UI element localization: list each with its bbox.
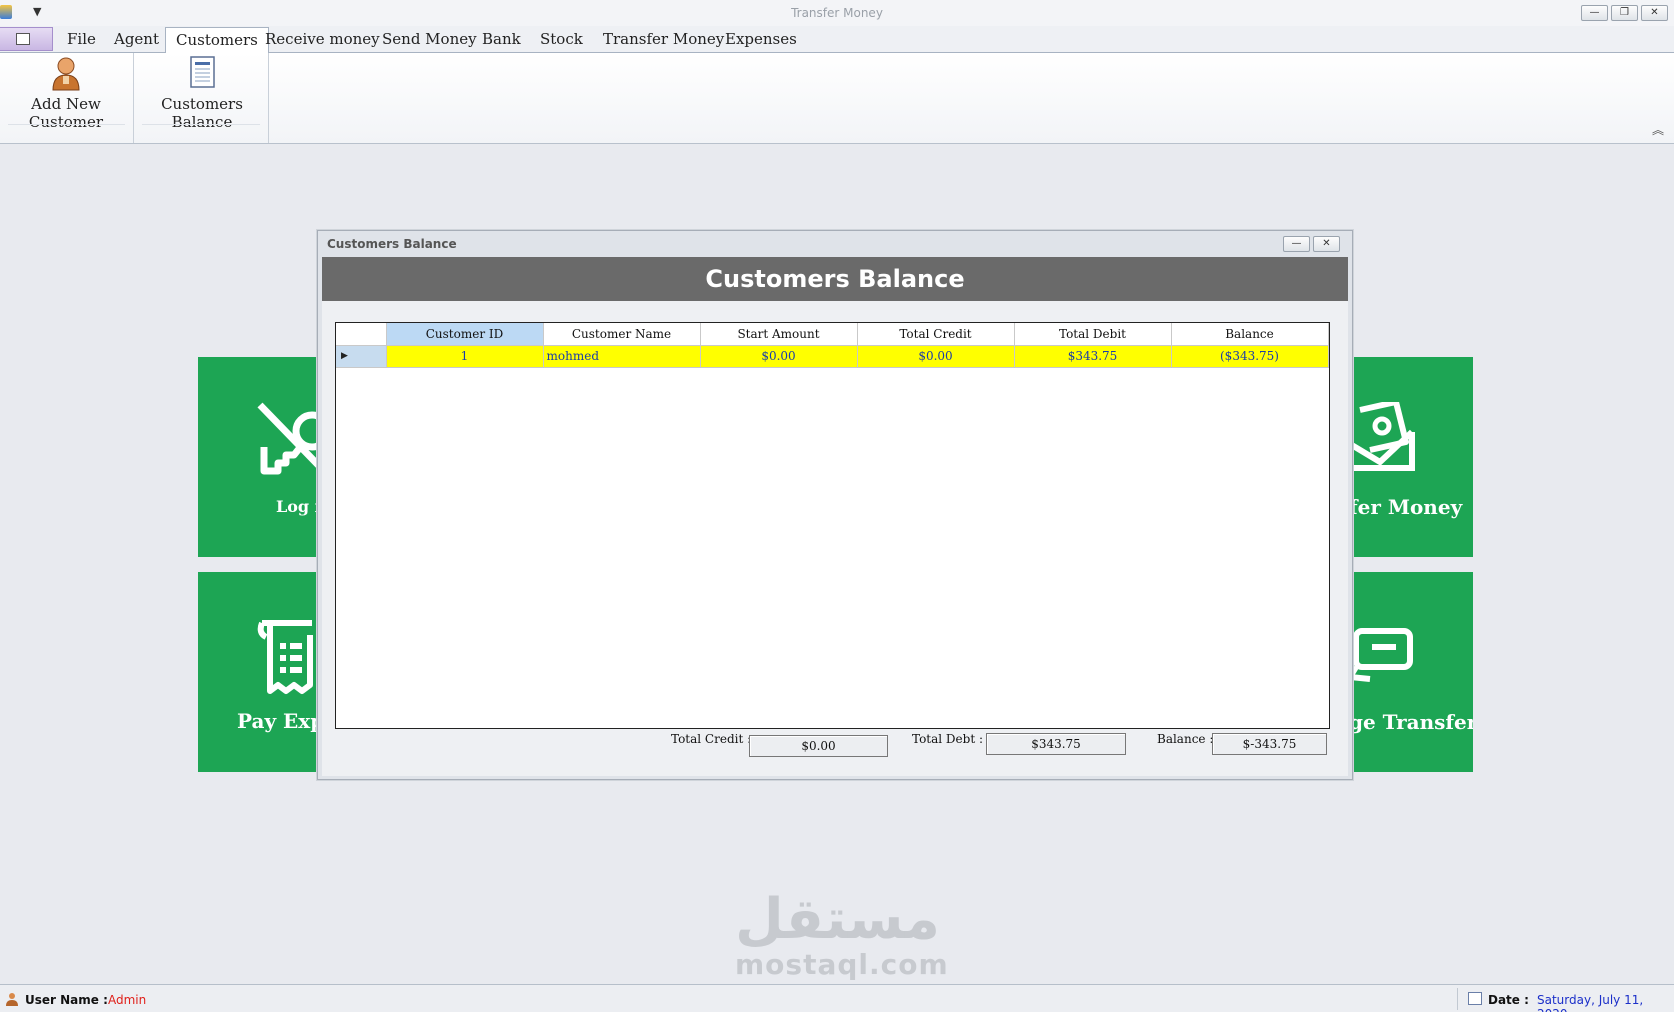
customers-balance-label: Customers Balance <box>161 95 243 131</box>
dialog-minimize-button[interactable]: — <box>1283 236 1310 252</box>
tab-agent[interactable]: Agent <box>114 30 159 48</box>
dialog-body: Customers Balance Customer ID Customer N… <box>322 257 1348 776</box>
application-menu-button[interactable] <box>0 27 53 51</box>
table-row[interactable]: ▶ 1 mohmed $0.00 $0.00 $343.75 ($343.75) <box>336 345 1329 368</box>
receipt-icon <box>257 620 313 694</box>
cell-customer-name[interactable]: mohmed <box>543 345 701 368</box>
customers-balance-button[interactable]: Customers Balance <box>140 55 264 131</box>
tab-stock[interactable]: Stock <box>540 30 583 48</box>
cell-customer-id[interactable]: 1 <box>386 345 544 368</box>
column-header-balance[interactable]: Balance <box>1171 323 1329 346</box>
ribbon-group-add-customer: Add New Customer <box>0 53 134 143</box>
customers-balance-grid[interactable]: Customer ID Customer Name Start Amount T… <box>335 322 1330 729</box>
manage-transfer-tile[interactable]: ge Transfer <box>1350 572 1473 772</box>
card-transfer-icon <box>1350 628 1413 682</box>
login-tile[interactable]: Log in <box>198 357 320 557</box>
dialog-close-button[interactable]: ✕ <box>1313 236 1340 252</box>
grid-header-row: Customer ID Customer Name Start Amount T… <box>336 323 1329 346</box>
grid-corner-cell[interactable] <box>336 323 387 346</box>
status-bar: User Name : Admin Date : Saturday, July … <box>0 984 1674 1012</box>
window-title: Transfer Money <box>791 6 883 20</box>
cell-total-credit[interactable]: $0.00 <box>857 345 1015 368</box>
tab-expenses[interactable]: Expenses <box>725 30 797 48</box>
application-menu-icon <box>16 33 30 45</box>
total-debt-field[interactable]: $343.75 <box>986 733 1126 755</box>
pay-expenses-tile[interactable]: Pay Expe <box>198 572 320 772</box>
tab-receive-money[interactable]: Receive money <box>265 30 380 48</box>
collapse-ribbon-icon[interactable]: ︽ <box>1652 121 1664 138</box>
close-button[interactable]: ✕ <box>1641 5 1668 21</box>
ribbon-tab-bar: File Agent Customers Receive money Send … <box>0 26 1674 54</box>
tab-send-money[interactable]: Send Money <box>382 30 477 48</box>
user-name-value: Admin <box>108 993 147 1007</box>
column-header-start-amount[interactable]: Start Amount <box>700 323 858 346</box>
dialog-header: Customers Balance <box>322 257 1348 301</box>
balance-label: Balance : <box>1157 732 1214 746</box>
dialog-title: Customers Balance <box>327 237 457 251</box>
money-envelope-icon <box>1350 402 1415 471</box>
transfer-money-tile-label: fer Money <box>1350 495 1463 519</box>
watermark-latin: mostaql.com <box>735 948 949 981</box>
transfer-money-tile[interactable]: fer Money <box>1350 357 1473 557</box>
report-icon <box>185 55 219 91</box>
total-debt-label: Total Debt : <box>912 732 984 746</box>
calendar-icon <box>1468 992 1482 1005</box>
user-name-label: User Name : <box>25 993 108 1007</box>
user-icon <box>6 993 18 1006</box>
minimize-button[interactable]: — <box>1581 5 1608 21</box>
watermark-logo: مستقل mostaql.com <box>735 887 949 981</box>
column-header-customer-id[interactable]: Customer ID <box>386 323 544 346</box>
add-new-customer-label: Add New Customer <box>28 95 104 131</box>
cell-start-amount[interactable]: $0.00 <box>700 345 858 368</box>
cell-balance[interactable]: ($343.75) <box>1171 345 1329 368</box>
cell-total-debit[interactable]: $343.75 <box>1014 345 1172 368</box>
ribbon-group-customers-balance: Customers Balance <box>134 53 269 143</box>
ribbon-panel: Add New Customer Customers Balance ︽ <box>0 53 1674 144</box>
date-label: Date : <box>1488 993 1529 1007</box>
customers-balance-dialog: Customers Balance — ✕ Customers Balance … <box>317 230 1353 780</box>
restore-button[interactable]: ❐ <box>1611 5 1638 21</box>
add-new-customer-button[interactable]: Add New Customer <box>4 55 128 131</box>
row-selector-arrow-icon[interactable]: ▶ <box>336 345 387 368</box>
tab-bank[interactable]: Bank <box>482 30 521 48</box>
key-off-icon <box>257 402 320 475</box>
watermark-arabic: مستقل <box>735 887 940 952</box>
total-credit-label: Total Credit : <box>671 732 752 746</box>
date-value: Saturday, July 11, 2020 <box>1537 993 1644 1012</box>
column-header-total-credit[interactable]: Total Credit <box>857 323 1015 346</box>
total-credit-field[interactable]: $0.00 <box>749 735 888 757</box>
pay-expenses-tile-label: Pay Expe <box>237 709 320 733</box>
title-bar: ▼ Transfer Money — ❐ ✕ <box>0 0 1674 26</box>
tab-file[interactable]: File <box>67 30 96 48</box>
column-header-total-debit[interactable]: Total Debit <box>1014 323 1172 346</box>
column-header-customer-name[interactable]: Customer Name <box>543 323 701 346</box>
tab-customers[interactable]: Customers <box>165 27 269 54</box>
login-tile-label: Log in <box>276 497 320 516</box>
manage-transfer-tile-label: ge Transfer <box>1350 710 1473 734</box>
tab-transfer-money[interactable]: Transfer Money <box>603 30 724 48</box>
balance-field[interactable]: $-343.75 <box>1212 733 1327 755</box>
customer-icon <box>49 55 83 91</box>
